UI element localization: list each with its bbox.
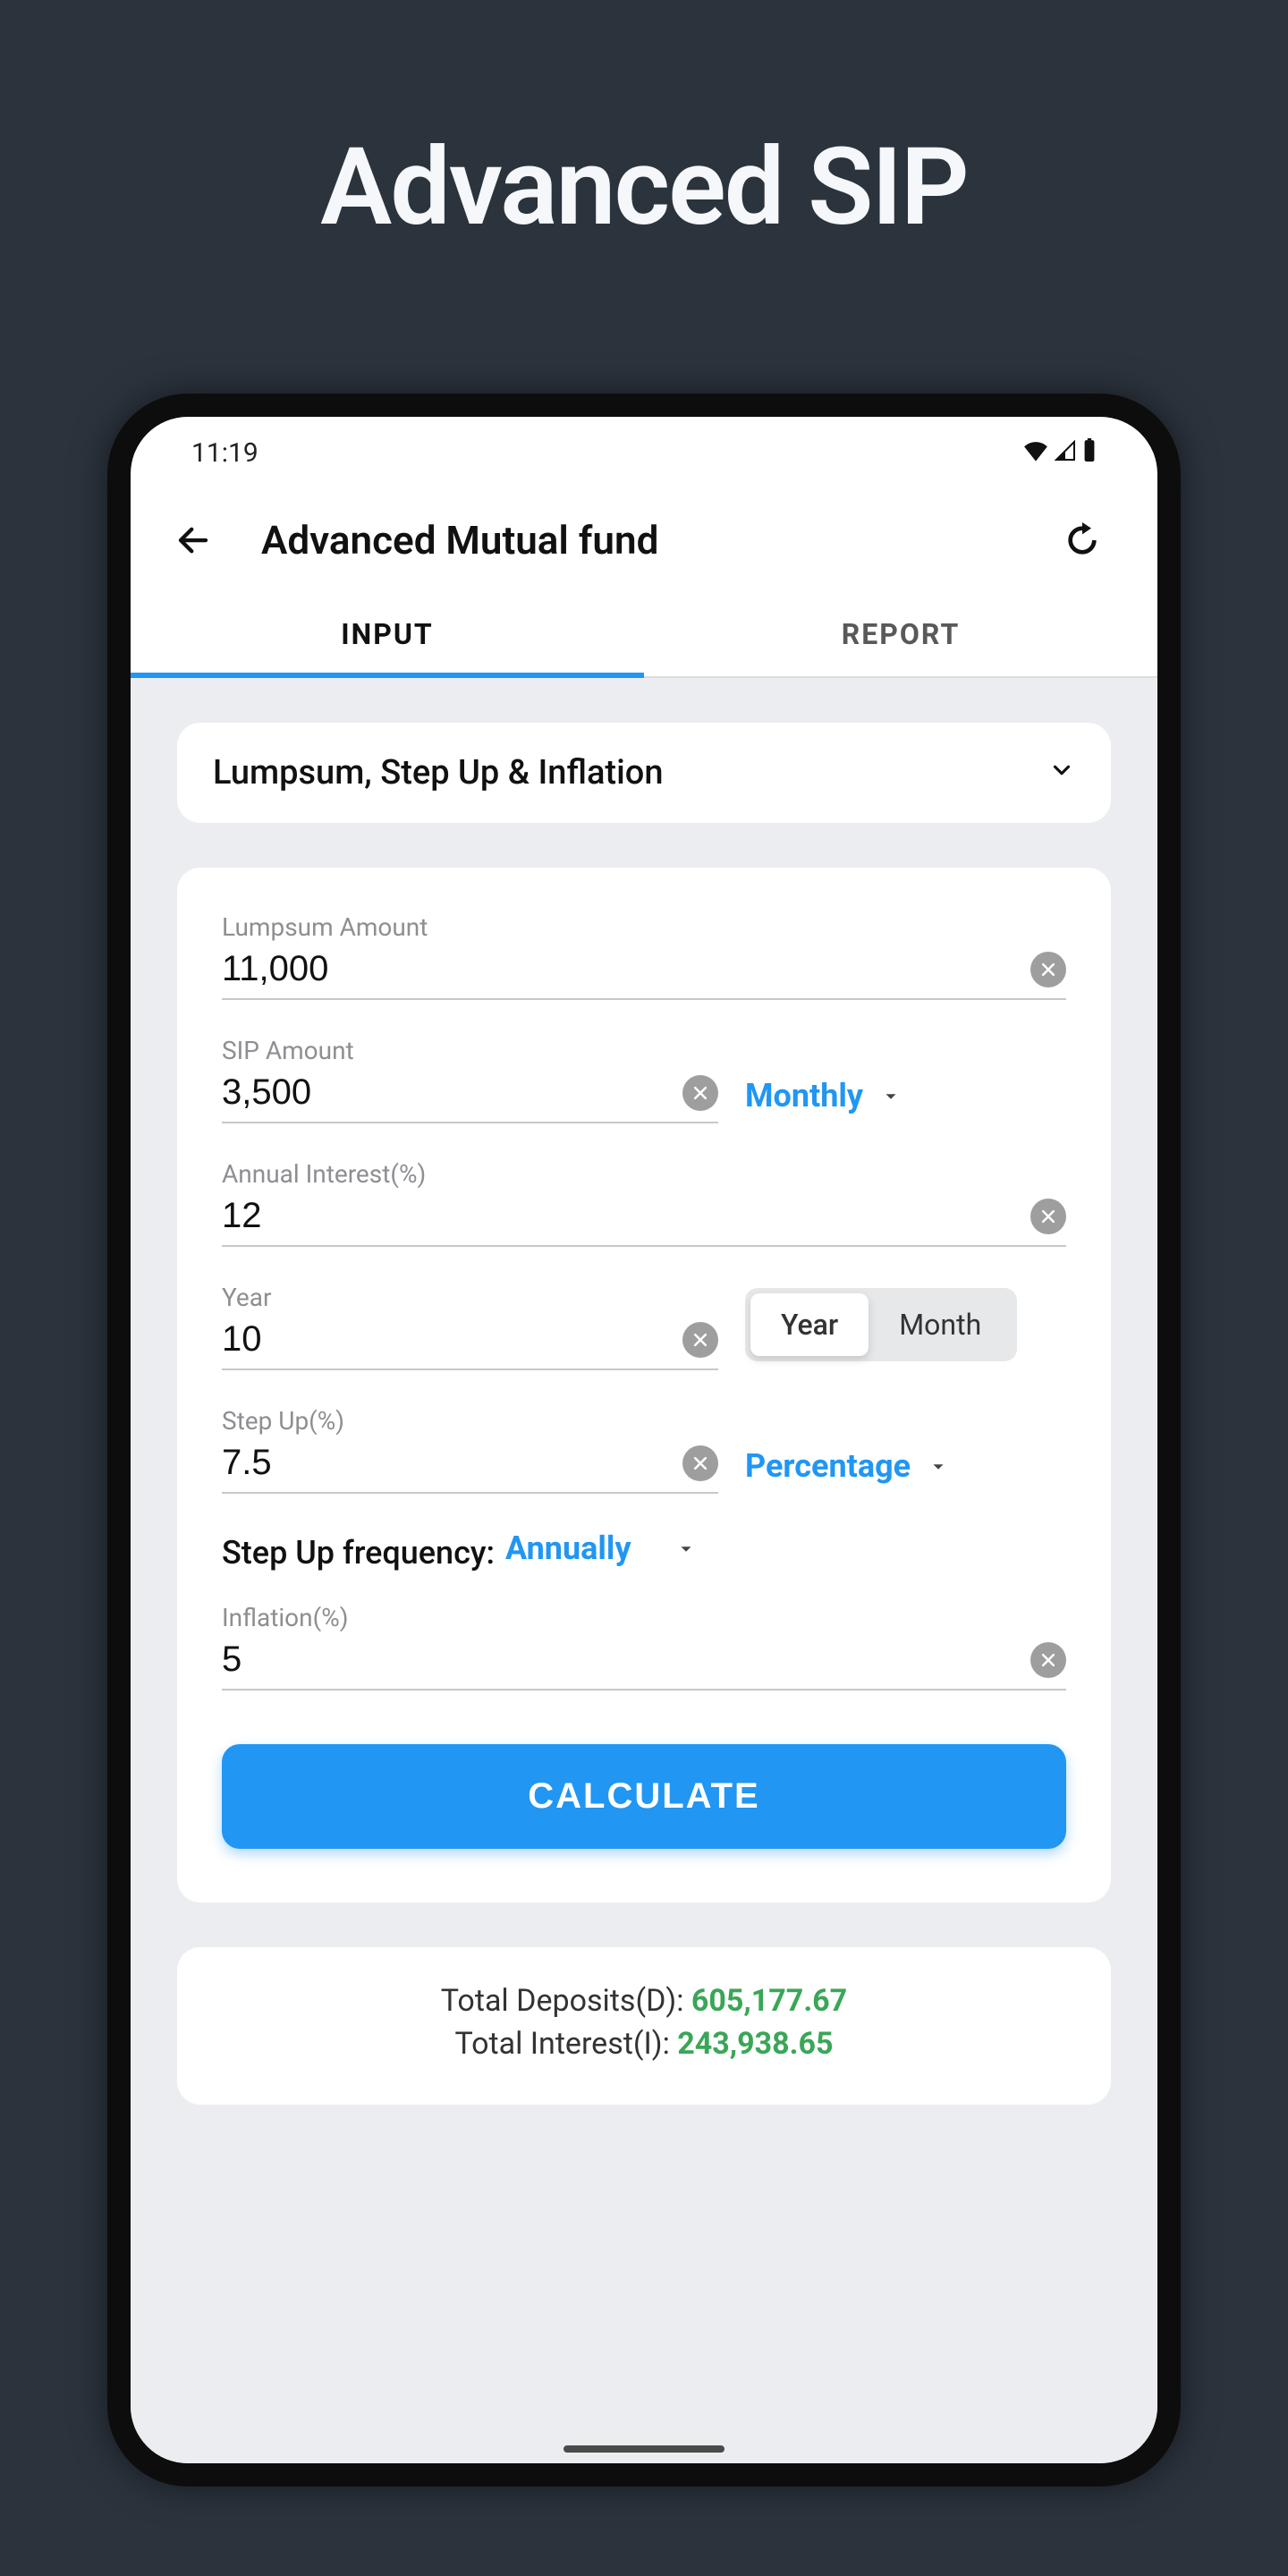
close-icon [691,1331,709,1349]
stepup-label: Step Up(%) [222,1406,718,1436]
close-icon [691,1454,709,1472]
stepup-frequency-value: Annually [505,1530,631,1567]
field-lumpsum: Lumpsum Amount [222,912,1066,1000]
arrow-left-icon [174,521,212,559]
mode-selector[interactable]: Lumpsum, Step Up & Inflation [177,723,1111,823]
inflation-clear-button[interactable] [1030,1642,1066,1678]
lumpsum-input[interactable] [222,949,1030,989]
tab-input[interactable]: INPUT [131,592,644,676]
page-title: Advanced SIP [320,125,968,250]
sip-frequency-dropdown[interactable]: Monthly [745,1077,1066,1123]
field-tenure: Year Year Month [222,1283,1066,1370]
stepup-mode-value: Percentage [745,1447,911,1485]
back-button[interactable] [168,515,218,565]
chevron-down-icon [1048,753,1075,792]
result-deposits-row: Total Deposits(D): 605,177.67 [204,1983,1084,2019]
stepup-clear-button[interactable] [682,1445,718,1481]
mode-selector-label: Lumpsum, Step Up & Inflation [213,753,663,792]
status-bar: 11:19 [131,417,1157,488]
cell-signal-icon [1054,437,1077,469]
field-interest: Annual Interest(%) [222,1159,1066,1247]
close-icon [1039,1208,1057,1225]
wifi-icon [1023,437,1048,469]
lumpsum-clear-button[interactable] [1030,952,1066,987]
tab-report[interactable]: REPORT [644,592,1157,676]
form-card: Lumpsum Amount SIP Amount [177,868,1111,1902]
interest-label: Annual Interest(%) [222,1159,1066,1189]
sip-frequency-value: Monthly [745,1077,863,1114]
home-indicator[interactable] [564,2445,724,2453]
refresh-icon [1064,522,1100,558]
result-interest-row: Total Interest(I): 243,938.65 [204,2026,1084,2062]
interest-clear-button[interactable] [1030,1199,1066,1234]
status-time: 11:19 [191,437,258,469]
tenure-clear-button[interactable] [682,1322,718,1358]
field-sip: SIP Amount Monthly [222,1036,1066,1123]
caret-down-icon [928,1447,948,1485]
app-bar-title: Advanced Mutual fund [261,517,1023,564]
field-inflation: Inflation(%) [222,1603,1066,1690]
caret-down-icon [881,1077,901,1114]
field-stepup-frequency: Step Up frequency: Annually [222,1530,1066,1576]
calculate-button[interactable]: CALCULATE [222,1744,1066,1849]
tenure-unit-month[interactable]: Month [869,1293,1012,1356]
interest-input[interactable] [222,1196,1030,1236]
stepup-mode-dropdown[interactable]: Percentage [745,1447,1066,1494]
caret-down-icon [676,1530,696,1567]
phone-frame: 11:19 Advanced Mutual fund [107,394,1181,2487]
results-card: Total Deposits(D): 605,177.67 Total Inte… [177,1947,1111,2105]
battery-icon [1082,437,1097,469]
inflation-input[interactable] [222,1640,1030,1680]
phone-screen: 11:19 Advanced Mutual fund [131,417,1157,2463]
sip-clear-button[interactable] [682,1075,718,1111]
tenure-unit-segmented: Year Month [745,1288,1017,1361]
close-icon [1039,961,1057,979]
lumpsum-label: Lumpsum Amount [222,912,1066,942]
app-bar: Advanced Mutual fund [131,488,1157,592]
close-icon [1039,1651,1057,1669]
result-deposits-label: Total Deposits(D): [441,1983,684,2019]
sip-label: SIP Amount [222,1036,718,1065]
close-icon [691,1084,709,1102]
sip-input[interactable] [222,1072,682,1113]
tenure-unit-year[interactable]: Year [750,1293,869,1356]
field-stepup: Step Up(%) Percentage [222,1406,1066,1494]
tenure-input[interactable] [222,1319,682,1360]
result-deposits-value: 605,177.67 [691,1983,847,2019]
content-area[interactable]: Lumpsum, Step Up & Inflation Lumpsum Amo… [131,678,1157,2463]
result-interest-label: Total Interest(I): [454,2026,669,2062]
stepup-input[interactable] [222,1443,682,1483]
tenure-label: Year [222,1283,718,1312]
result-interest-value: 243,938.65 [677,2026,833,2062]
inflation-label: Inflation(%) [222,1603,1066,1632]
tab-bar: INPUT REPORT [131,592,1157,678]
stepup-frequency-dropdown[interactable]: Annually [505,1530,696,1576]
stepup-frequency-label: Step Up frequency: [222,1534,495,1572]
refresh-button[interactable] [1057,515,1107,565]
